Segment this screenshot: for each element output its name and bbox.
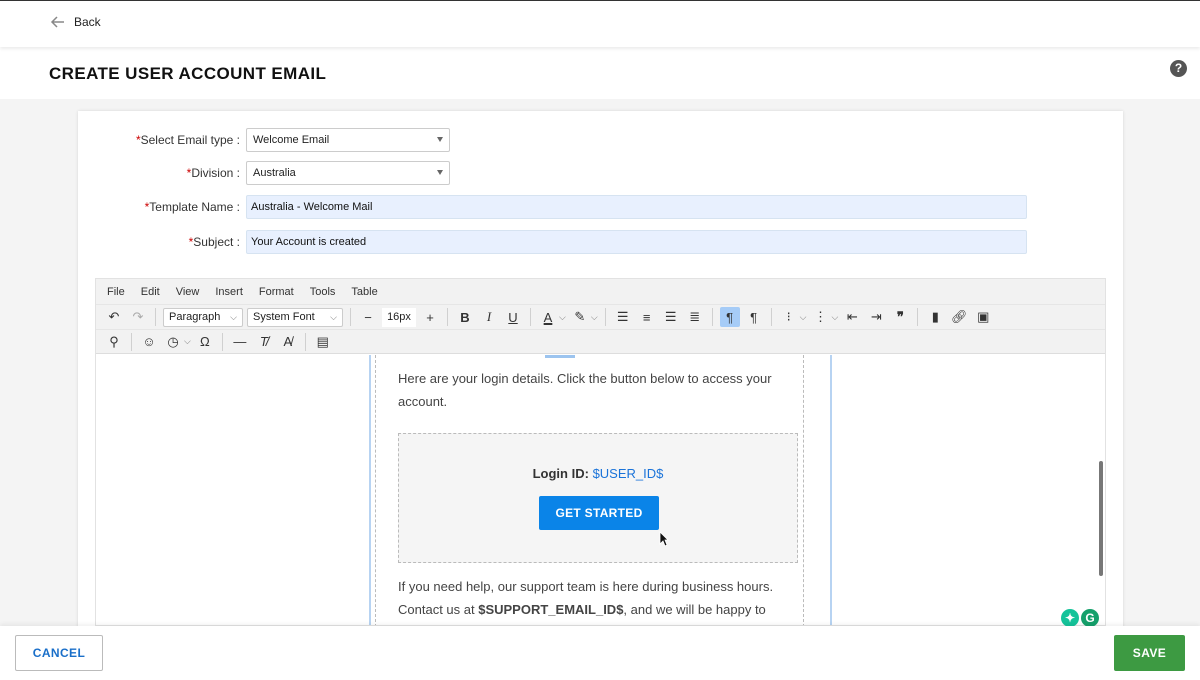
menu-tools[interactable]: Tools xyxy=(310,286,336,298)
caret-down-icon xyxy=(437,137,443,142)
email-type-select[interactable]: Welcome Email xyxy=(246,128,450,152)
bookmark-icon[interactable]: ▮ xyxy=(925,307,945,327)
editor-menubar: File Edit View Insert Format Tools Table xyxy=(96,279,1105,304)
clear-format-icon[interactable]: T̸ xyxy=(254,332,274,352)
division-row: *Division : Australia xyxy=(78,161,450,185)
align-center-icon[interactable]: ≡ xyxy=(637,307,657,327)
back-link[interactable]: Back xyxy=(50,14,101,30)
editor-content-area[interactable]: Here are your login details. Click the b… xyxy=(96,355,1105,625)
blockquote-icon[interactable]: ❞ xyxy=(890,307,910,327)
numbered-list-icon[interactable]: ⋮ xyxy=(810,307,830,327)
undo-icon[interactable]: ↶ xyxy=(104,307,124,327)
image-icon[interactable]: ▣ xyxy=(973,307,993,327)
spellcheck-icon[interactable]: A̸ xyxy=(278,332,298,352)
italic-icon[interactable]: I xyxy=(479,307,499,327)
menu-edit[interactable]: Edit xyxy=(141,286,160,298)
emoji-icon[interactable]: ☺ xyxy=(139,332,159,352)
align-left-icon[interactable]: ☰ xyxy=(613,307,633,327)
menu-format[interactable]: Format xyxy=(259,286,294,298)
login-variable: $USER_ID$ xyxy=(592,466,664,481)
chevron-down-icon[interactable]: ⌵ xyxy=(831,312,838,323)
template-icon[interactable]: ▤ xyxy=(313,332,333,352)
rich-text-editor: File Edit View Insert Format Tools Table… xyxy=(95,278,1106,626)
top-bar: Back xyxy=(0,0,1200,47)
increase-font-icon[interactable]: + xyxy=(420,307,440,327)
search-icon[interactable]: ⚲ xyxy=(104,332,124,352)
chevron-down-icon: ⌵ xyxy=(330,311,337,322)
font-size-input[interactable]: 16px xyxy=(382,307,416,327)
caret-down-icon xyxy=(437,170,443,175)
page-title: CREATE USER ACCOUNT EMAIL xyxy=(49,64,327,83)
highlight-icon[interactable]: ✎ xyxy=(570,307,590,327)
footer-bar: CANCEL SAVE xyxy=(0,626,1200,680)
division-label: Division : xyxy=(191,166,240,180)
bold-icon[interactable]: B xyxy=(455,307,475,327)
redo-icon[interactable]: ↷ xyxy=(128,307,148,327)
omega-icon[interactable]: Ω xyxy=(195,332,215,352)
menu-table[interactable]: Table xyxy=(351,286,377,298)
font-family-select[interactable]: System Font ⌵ xyxy=(247,307,343,327)
help-icon[interactable]: ? xyxy=(1170,60,1187,77)
outdent-icon[interactable]: ⇤ xyxy=(842,307,862,327)
subject-row: *Subject : xyxy=(78,230,1027,254)
clock-icon[interactable]: ◷ xyxy=(163,332,183,352)
chevron-down-icon[interactable]: ⌵ xyxy=(559,312,566,323)
division-select[interactable]: Australia xyxy=(246,161,450,185)
lightbulb-icon[interactable]: ✦ xyxy=(1061,609,1079,627)
horizontal-rule-icon[interactable]: — xyxy=(230,332,250,352)
save-button[interactable]: SAVE xyxy=(1114,635,1185,671)
justify-icon[interactable]: ≣ xyxy=(685,307,705,327)
editor-toolbar-1: ↶ ↷ Paragraph ⌵ System Font ⌵ − 16px + B I… xyxy=(96,304,1105,329)
chevron-down-icon[interactable]: ⌵ xyxy=(800,312,807,323)
title-bar: CREATE USER ACCOUNT EMAIL ? xyxy=(0,47,1200,99)
template-name-label: Template Name : xyxy=(149,200,240,214)
arrow-left-icon xyxy=(50,16,64,28)
chevron-down-icon[interactable]: ⌵ xyxy=(184,336,191,347)
underline-icon[interactable]: U xyxy=(503,307,523,327)
grammarly-icon[interactable]: G xyxy=(1081,609,1099,627)
get-started-button[interactable]: GET STARTED xyxy=(539,496,659,530)
menu-file[interactable]: File xyxy=(107,286,125,298)
cancel-button[interactable]: CANCEL xyxy=(15,635,103,671)
help-paragraph: If you need help, our support team is he… xyxy=(398,579,774,617)
subject-label: Subject : xyxy=(193,235,240,249)
rtl-icon[interactable]: ¶ xyxy=(744,307,764,327)
subject-input[interactable] xyxy=(246,230,1027,254)
decrease-font-icon[interactable]: − xyxy=(358,307,378,327)
text-color-icon[interactable]: A xyxy=(538,307,558,327)
email-type-label: Select Email type : xyxy=(140,133,240,147)
login-label: Login ID: xyxy=(532,466,589,481)
template-name-input[interactable] xyxy=(246,195,1027,219)
intro-paragraph: Here are your login details. Click the b… xyxy=(398,371,772,409)
editor-toolbar-2: ⚲ ☺ ◷ ⌵ Ω — T̸ A̸ ▤ xyxy=(96,329,1105,354)
ltr-icon[interactable]: ¶ xyxy=(719,307,740,327)
mouse-cursor-icon xyxy=(659,531,669,547)
chevron-down-icon[interactable]: ⌵ xyxy=(591,312,598,323)
template-name-row: *Template Name : xyxy=(78,195,1027,219)
block-format-select[interactable]: Paragraph ⌵ xyxy=(163,307,243,327)
email-type-row: *Select Email type : Welcome Email xyxy=(78,128,450,152)
back-label: Back xyxy=(74,15,101,29)
login-box: Login ID: $USER_ID$ GET STARTED xyxy=(398,433,798,563)
chevron-down-icon: ⌵ xyxy=(230,311,237,322)
editor-scrollbar[interactable] xyxy=(1099,461,1103,576)
bullet-list-icon[interactable]: ⁝ xyxy=(779,307,799,327)
menu-view[interactable]: View xyxy=(176,286,200,298)
align-right-icon[interactable]: ☰ xyxy=(661,307,681,327)
link-icon[interactable]: 🔗︎ xyxy=(949,307,969,327)
support-variable: $SUPPORT_EMAIL_ID$ xyxy=(478,602,624,617)
menu-insert[interactable]: Insert xyxy=(215,286,243,298)
indent-icon[interactable]: ⇥ xyxy=(866,307,886,327)
